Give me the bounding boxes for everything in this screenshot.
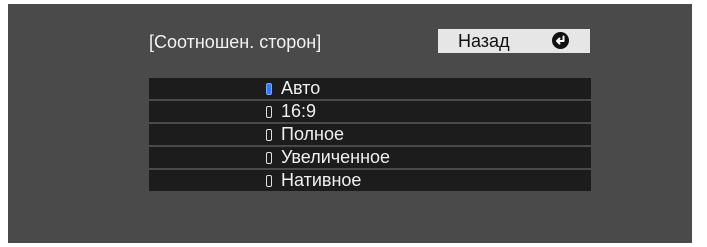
- radio-icon: [266, 152, 272, 164]
- return-arrow-icon: [552, 32, 569, 49]
- option-16-9[interactable]: 16:9: [149, 101, 591, 122]
- radio-icon: [266, 129, 272, 141]
- option-full[interactable]: Полное: [149, 124, 591, 145]
- menu-title: [Соотношен. сторон]: [149, 32, 322, 52]
- radio-selected-icon: [266, 83, 272, 95]
- radio-icon: [266, 106, 272, 118]
- radio-icon: [266, 175, 272, 187]
- back-button-label: Назад: [458, 31, 510, 51]
- aspect-ratio-options-list: Авто 16:9 Полное Увеличенное Нативное: [149, 78, 591, 193]
- option-label: Увеличенное: [281, 147, 391, 167]
- screen: [Соотношен. сторон] Назад Авто 16:9 Полн…: [0, 0, 707, 247]
- option-label: Нативное: [281, 170, 362, 190]
- back-button[interactable]: Назад: [438, 29, 590, 53]
- option-label: Авто: [281, 78, 321, 98]
- option-native[interactable]: Нативное: [149, 170, 591, 191]
- option-auto[interactable]: Авто: [149, 78, 591, 99]
- option-label: 16:9: [281, 101, 317, 121]
- option-zoom[interactable]: Увеличенное: [149, 147, 591, 168]
- option-label: Полное: [281, 124, 345, 144]
